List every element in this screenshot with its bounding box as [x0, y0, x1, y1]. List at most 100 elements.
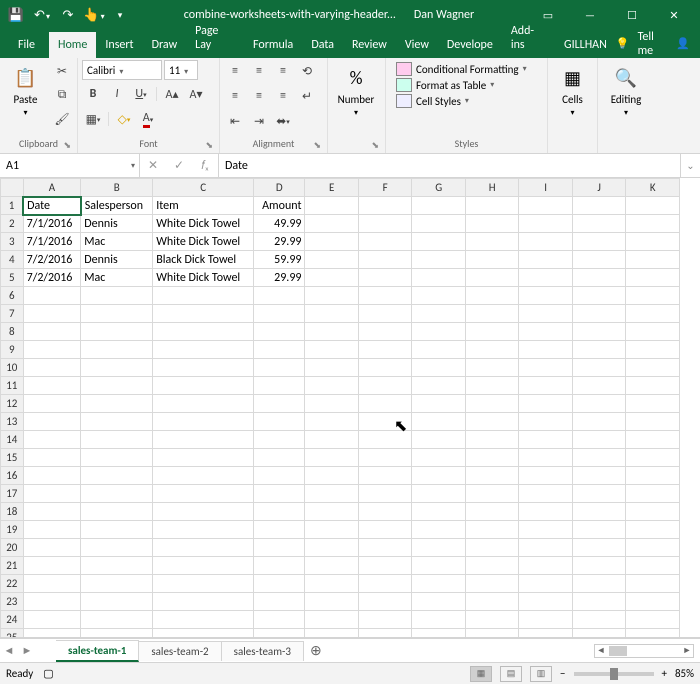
cell[interactable]: 7/2/2016 [23, 269, 81, 287]
dialog-launcher-icon[interactable]: ⬊ [63, 140, 71, 151]
row-header[interactable]: 1 [1, 197, 24, 215]
view-pagelayout-icon[interactable]: ▤ [500, 666, 522, 682]
row-header[interactable]: 5 [1, 269, 24, 287]
qat-customize-icon[interactable]: ▾ [110, 5, 130, 25]
col-header[interactable]: G [412, 179, 465, 197]
sheet-tab[interactable]: sales-team-3 [222, 641, 304, 661]
row-header[interactable]: 2 [1, 215, 24, 233]
grid[interactable]: A B C D E F G H I J K 1 Date Salesperson… [0, 178, 700, 638]
maximize-icon[interactable]: ☐ [612, 0, 652, 30]
wrap-text-icon[interactable]: ↵ [296, 85, 318, 107]
select-all-corner[interactable] [1, 179, 24, 197]
increase-font-icon[interactable]: A▴ [161, 83, 183, 105]
cells-button[interactable]: ▦ Cells ▾ [552, 60, 593, 122]
cell-styles-button[interactable]: Cell Styles▾ [396, 94, 527, 108]
cut-icon[interactable]: ✂ [51, 60, 73, 82]
tab-formulas[interactable]: Formula [244, 32, 302, 58]
cell[interactable]: Dennis [81, 251, 153, 269]
tab-insert[interactable]: Insert [96, 32, 142, 58]
col-header[interactable]: A [23, 179, 81, 197]
cell[interactable]: White Dick Towel [153, 215, 254, 233]
format-as-table-button[interactable]: Format as Table▾ [396, 78, 527, 92]
decrease-indent-icon[interactable]: ⇤ [224, 110, 246, 132]
font-size-combo[interactable]: 11 [164, 60, 198, 80]
formula-input[interactable]: Date [219, 154, 680, 177]
cell[interactable]: Mac [81, 269, 153, 287]
touch-mode-icon[interactable]: 👆 [84, 5, 104, 25]
sheet-nav-prev-icon[interactable]: ◄ [0, 644, 18, 657]
cell[interactable]: Date [23, 197, 81, 215]
align-top-icon[interactable]: ≡ [224, 60, 246, 82]
dialog-launcher-icon[interactable]: ⬊ [205, 140, 213, 151]
tab-file[interactable]: File [4, 32, 49, 58]
tab-pagelayout[interactable]: Page Lay [186, 18, 244, 58]
orientation-icon[interactable]: ⟲ [296, 60, 318, 82]
align-right-icon[interactable]: ≡ [272, 85, 294, 107]
tab-developer[interactable]: Develope [438, 32, 502, 58]
undo-icon[interactable]: ↶ [32, 5, 52, 25]
col-header[interactable]: H [465, 179, 518, 197]
font-name-combo[interactable]: Calibri [82, 60, 162, 80]
col-header[interactable]: C [153, 179, 254, 197]
view-normal-icon[interactable]: ▦ [470, 666, 492, 682]
cell[interactable]: Black Dick Towel [153, 251, 254, 269]
cell[interactable]: White Dick Towel [153, 233, 254, 251]
row-header[interactable]: 3 [1, 233, 24, 251]
fill-color-icon[interactable]: ◇▾ [113, 108, 135, 130]
cell[interactable]: 49.99 [254, 215, 305, 233]
zoom-level[interactable]: 85% [675, 667, 694, 680]
dialog-launcher-icon[interactable]: ⬊ [371, 140, 379, 151]
row-header[interactable]: 4 [1, 251, 24, 269]
fx-icon[interactable]: 𝑓ₓ [192, 159, 218, 173]
col-header[interactable]: E [305, 179, 358, 197]
conditional-formatting-button[interactable]: Conditional Formatting▾ [396, 62, 527, 76]
sheet-nav-next-icon[interactable]: ► [18, 644, 36, 657]
italic-icon[interactable]: I [106, 83, 128, 105]
view-pagebreak-icon[interactable]: ▥ [530, 666, 552, 682]
save-icon[interactable]: 💾 [6, 5, 26, 25]
paste-button[interactable]: 📋 Paste ▾ [4, 60, 47, 122]
cell[interactable]: Dennis [81, 215, 153, 233]
bold-icon[interactable]: B [82, 83, 104, 105]
tab-addins[interactable]: Add-ins [502, 18, 555, 58]
format-painter-icon[interactable]: 🖌 [51, 108, 73, 130]
align-middle-icon[interactable]: ≡ [248, 60, 270, 82]
name-box[interactable]: A1▾ [0, 154, 140, 177]
cell[interactable]: Salesperson [81, 197, 153, 215]
align-center-icon[interactable]: ≡ [248, 85, 270, 107]
cell[interactable]: Amount [254, 197, 305, 215]
col-header[interactable]: F [358, 179, 411, 197]
cancel-formula-icon[interactable]: ✕ [140, 158, 166, 173]
zoom-slider[interactable] [574, 672, 654, 676]
align-left-icon[interactable]: ≡ [224, 85, 246, 107]
sheet-tab[interactable]: sales-team-2 [139, 641, 221, 661]
underline-icon[interactable]: U▾ [130, 83, 152, 105]
decrease-font-icon[interactable]: A▾ [185, 83, 207, 105]
increase-indent-icon[interactable]: ⇥ [248, 110, 270, 132]
macro-record-icon[interactable]: ▢ [43, 667, 53, 680]
zoom-out-icon[interactable]: − [560, 667, 565, 680]
zoom-in-icon[interactable]: + [662, 667, 667, 680]
dialog-launcher-icon[interactable]: ⬊ [313, 140, 321, 151]
cell[interactable]: 59.99 [254, 251, 305, 269]
tab-custom[interactable]: GILLHAN [555, 32, 616, 58]
minimize-icon[interactable]: — [570, 0, 610, 30]
cell[interactable]: 7/1/2016 [23, 233, 81, 251]
share-icon[interactable] [676, 37, 690, 51]
tab-view[interactable]: View [396, 32, 438, 58]
tab-data[interactable]: Data [302, 32, 343, 58]
col-header[interactable]: I [519, 179, 572, 197]
expand-formula-bar-icon[interactable]: ⌄ [680, 154, 700, 177]
borders-icon[interactable]: ▦▾ [82, 108, 104, 130]
tab-draw[interactable]: Draw [143, 32, 187, 58]
copy-icon[interactable]: ⧉ [51, 84, 73, 106]
close-icon[interactable]: ✕ [654, 0, 694, 30]
enter-formula-icon[interactable]: ✓ [166, 158, 192, 173]
cell[interactable]: 7/2/2016 [23, 251, 81, 269]
tab-review[interactable]: Review [343, 32, 396, 58]
merge-icon[interactable]: ⬌▾ [272, 110, 294, 132]
cell[interactable]: 29.99 [254, 233, 305, 251]
sheet-tab[interactable]: sales-team-1 [56, 640, 139, 662]
add-sheet-icon[interactable]: ⊕ [304, 642, 328, 659]
tab-home[interactable]: Home [49, 32, 96, 58]
